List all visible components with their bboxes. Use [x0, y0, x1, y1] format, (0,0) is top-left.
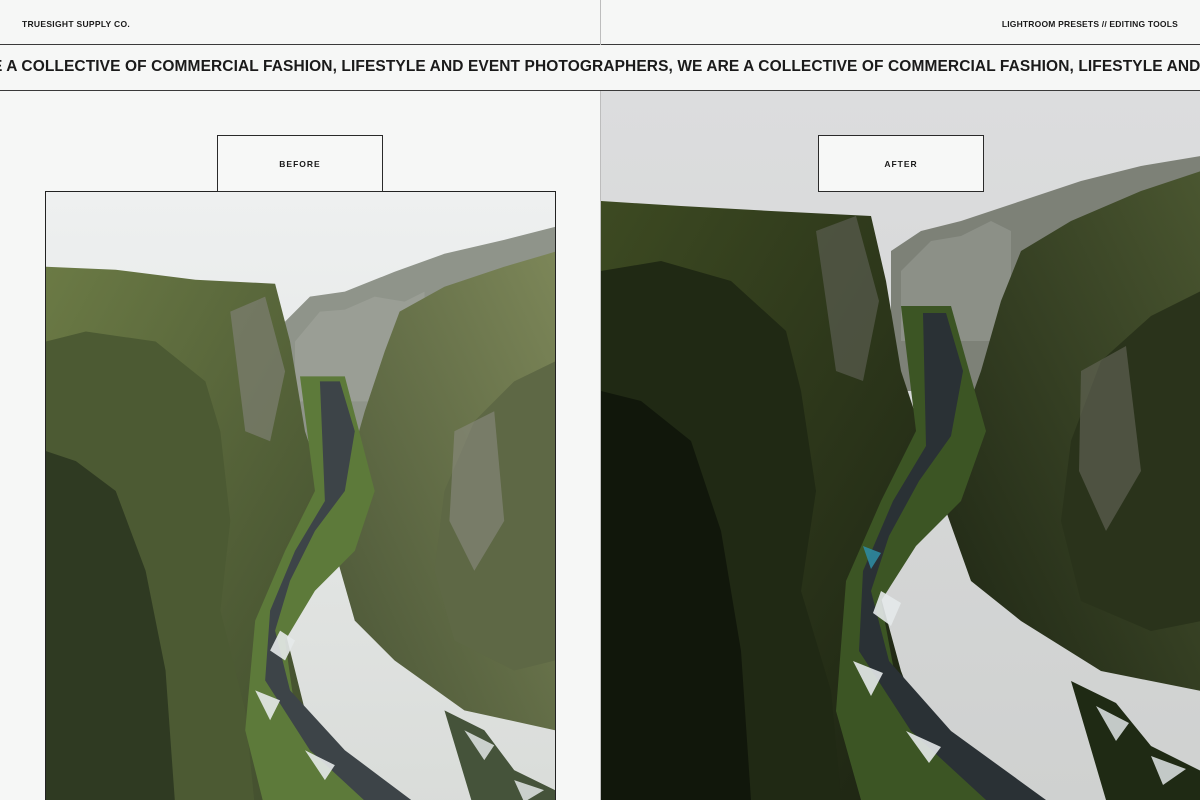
canyon-landscape-after — [601, 91, 1200, 800]
before-photo — [45, 191, 556, 800]
header: TRUESIGHT SUPPLY CO. LIGHTROOM PRESETS /… — [0, 0, 1200, 45]
header-tagline: LIGHTROOM PRESETS // EDITING TOOLS — [1001, 19, 1178, 29]
canyon-landscape-before — [46, 192, 555, 800]
brand-name: TRUESIGHT SUPPLY CO. — [22, 19, 131, 29]
header-divider — [600, 0, 601, 45]
after-photo — [601, 91, 1200, 800]
before-panel: BEFORE — [0, 91, 600, 800]
ticker-banner: E A COLLECTIVE OF COMMERCIAL FASHION, LI… — [0, 45, 1200, 91]
after-label: AFTER — [818, 135, 984, 192]
after-panel: AFTER — [600, 91, 1200, 800]
ticker-text: E A COLLECTIVE OF COMMERCIAL FASHION, LI… — [0, 58, 1200, 75]
before-label: BEFORE — [217, 135, 383, 192]
